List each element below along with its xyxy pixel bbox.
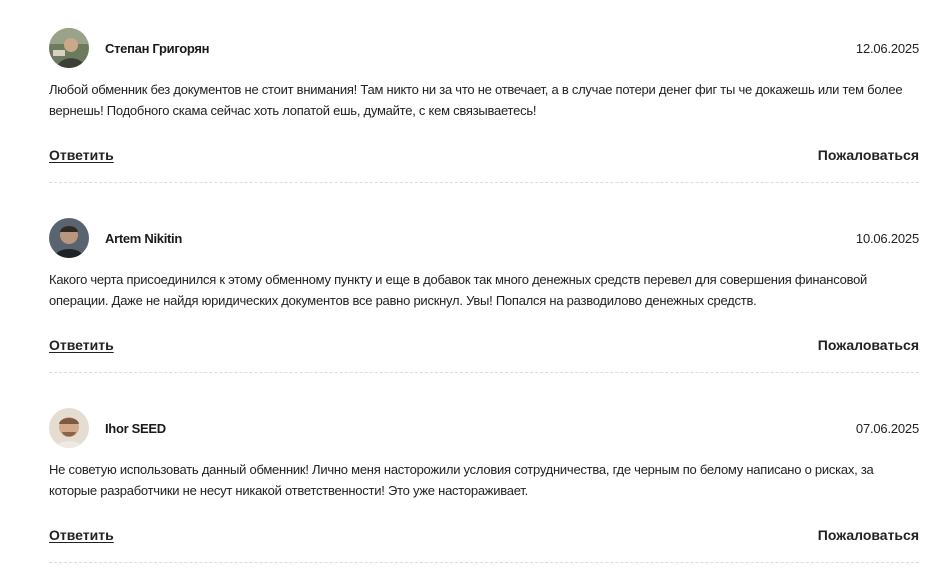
comment-author: Степан Григорян: [105, 41, 210, 56]
comment-header: Ihor SEED 07.06.2025: [49, 408, 919, 450]
reply-link[interactable]: Ответить: [49, 147, 114, 163]
report-button[interactable]: Пожаловаться: [818, 527, 919, 543]
avatar: [49, 218, 89, 258]
report-button[interactable]: Пожаловаться: [818, 147, 919, 163]
comment-divider: [49, 372, 919, 373]
comment-header: Artem Nikitin 10.06.2025: [49, 218, 919, 260]
comment-author: Ihor SEED: [105, 421, 166, 436]
comment-item: Artem Nikitin 10.06.2025 Какого черта пр…: [49, 190, 919, 380]
report-button[interactable]: Пожаловаться: [818, 337, 919, 353]
avatar-photo-icon: [49, 408, 89, 448]
comment-item: Ihor SEED 07.06.2025 Не советую использо…: [49, 380, 919, 570]
comment-divider: [49, 182, 919, 183]
avatar: [49, 408, 89, 448]
comment-author: Artem Nikitin: [105, 231, 183, 246]
reply-link[interactable]: Ответить: [49, 337, 114, 353]
comment-date: 10.06.2025: [855, 231, 919, 246]
comments-list: Степан Григорян 12.06.2025 Любой обменни…: [0, 0, 932, 570]
avatar-photo-icon: [49, 28, 89, 68]
comment-item: Степан Григорян 12.06.2025 Любой обменни…: [49, 0, 919, 190]
avatar-photo-icon: [49, 218, 89, 258]
comment-divider: [49, 562, 919, 563]
comment-text: Любой обменник без документов не стоит в…: [49, 82, 903, 118]
comment-date: 12.06.2025: [855, 41, 919, 56]
comment-date: 07.06.2025: [855, 421, 919, 436]
comment-text: Не советую использовать данный обменник!…: [49, 462, 874, 498]
avatar: [49, 28, 89, 68]
comment-text: Какого черта присоединился к этому обмен…: [49, 272, 868, 308]
comment-header: Степан Григорян 12.06.2025: [49, 28, 919, 70]
reply-link[interactable]: Ответить: [49, 527, 114, 543]
